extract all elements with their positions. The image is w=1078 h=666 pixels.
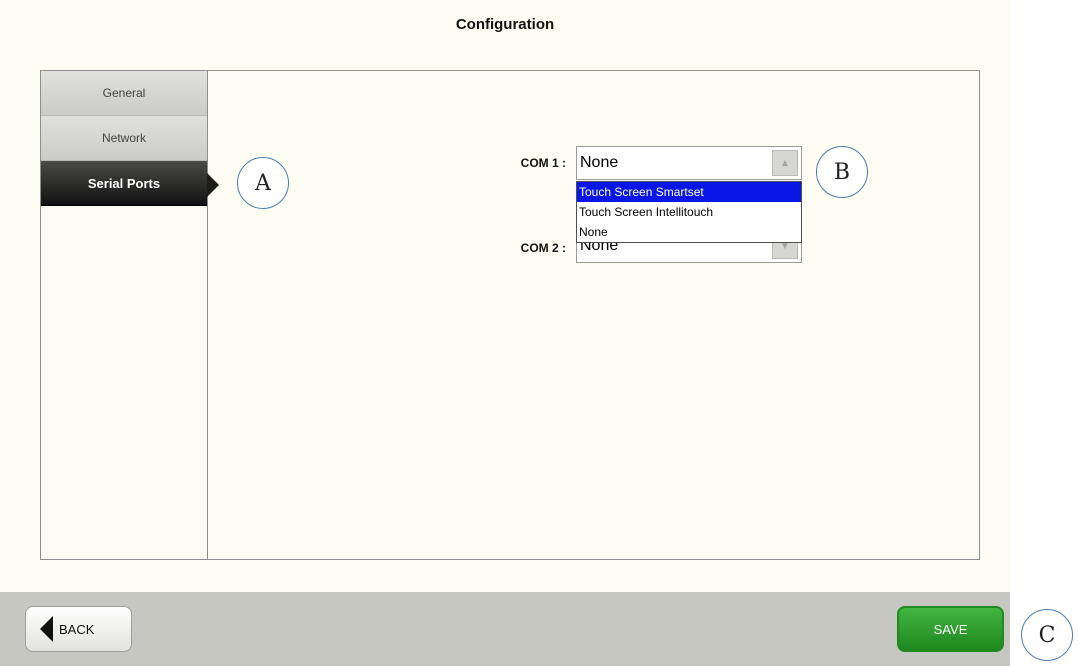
page-title: Configuration xyxy=(455,16,555,33)
back-button-label: BACK xyxy=(59,621,95,637)
callout-b: B xyxy=(816,146,868,198)
back-arrow-icon xyxy=(40,616,53,642)
sidebar-item-label: General xyxy=(102,86,146,100)
callout-a: A xyxy=(237,157,289,209)
back-button[interactable]: BACK xyxy=(25,606,132,652)
bottom-bar: BACK SAVE xyxy=(0,592,1010,666)
sidebar-item-label: Serial Ports xyxy=(87,175,161,191)
dropdown-option-intellitouch[interactable]: Touch Screen Intellitouch xyxy=(577,202,801,222)
dropdown-option-smartset[interactable]: Touch Screen Smartset xyxy=(577,182,801,202)
save-button-label: SAVE xyxy=(933,621,968,637)
sidebar: General Network Serial Ports xyxy=(41,71,208,559)
sidebar-item-label: Network xyxy=(101,131,146,145)
com1-dropdown-list: Touch Screen Smartset Touch Screen Intel… xyxy=(576,181,802,243)
sidebar-item-network[interactable]: Network xyxy=(41,116,207,161)
save-button[interactable]: SAVE xyxy=(897,606,1004,652)
sidebar-item-serial-ports[interactable]: Serial Ports xyxy=(41,161,207,206)
chevron-up-icon[interactable]: ▲ xyxy=(772,150,798,176)
config-panel: General Network Serial Ports COM 1 : Non… xyxy=(40,70,980,560)
active-tab-pointer xyxy=(207,173,219,197)
com2-label: COM 2 : xyxy=(520,241,566,255)
callout-c: C xyxy=(1021,609,1073,661)
sidebar-item-general[interactable]: General xyxy=(41,71,207,116)
com1-select[interactable]: None ▲ xyxy=(576,146,802,180)
dropdown-option-none[interactable]: None xyxy=(577,222,801,242)
com1-label: COM 1 : xyxy=(520,156,566,170)
com1-value: None xyxy=(580,154,619,171)
app-window: Configuration General Network Serial Por… xyxy=(0,0,1010,666)
